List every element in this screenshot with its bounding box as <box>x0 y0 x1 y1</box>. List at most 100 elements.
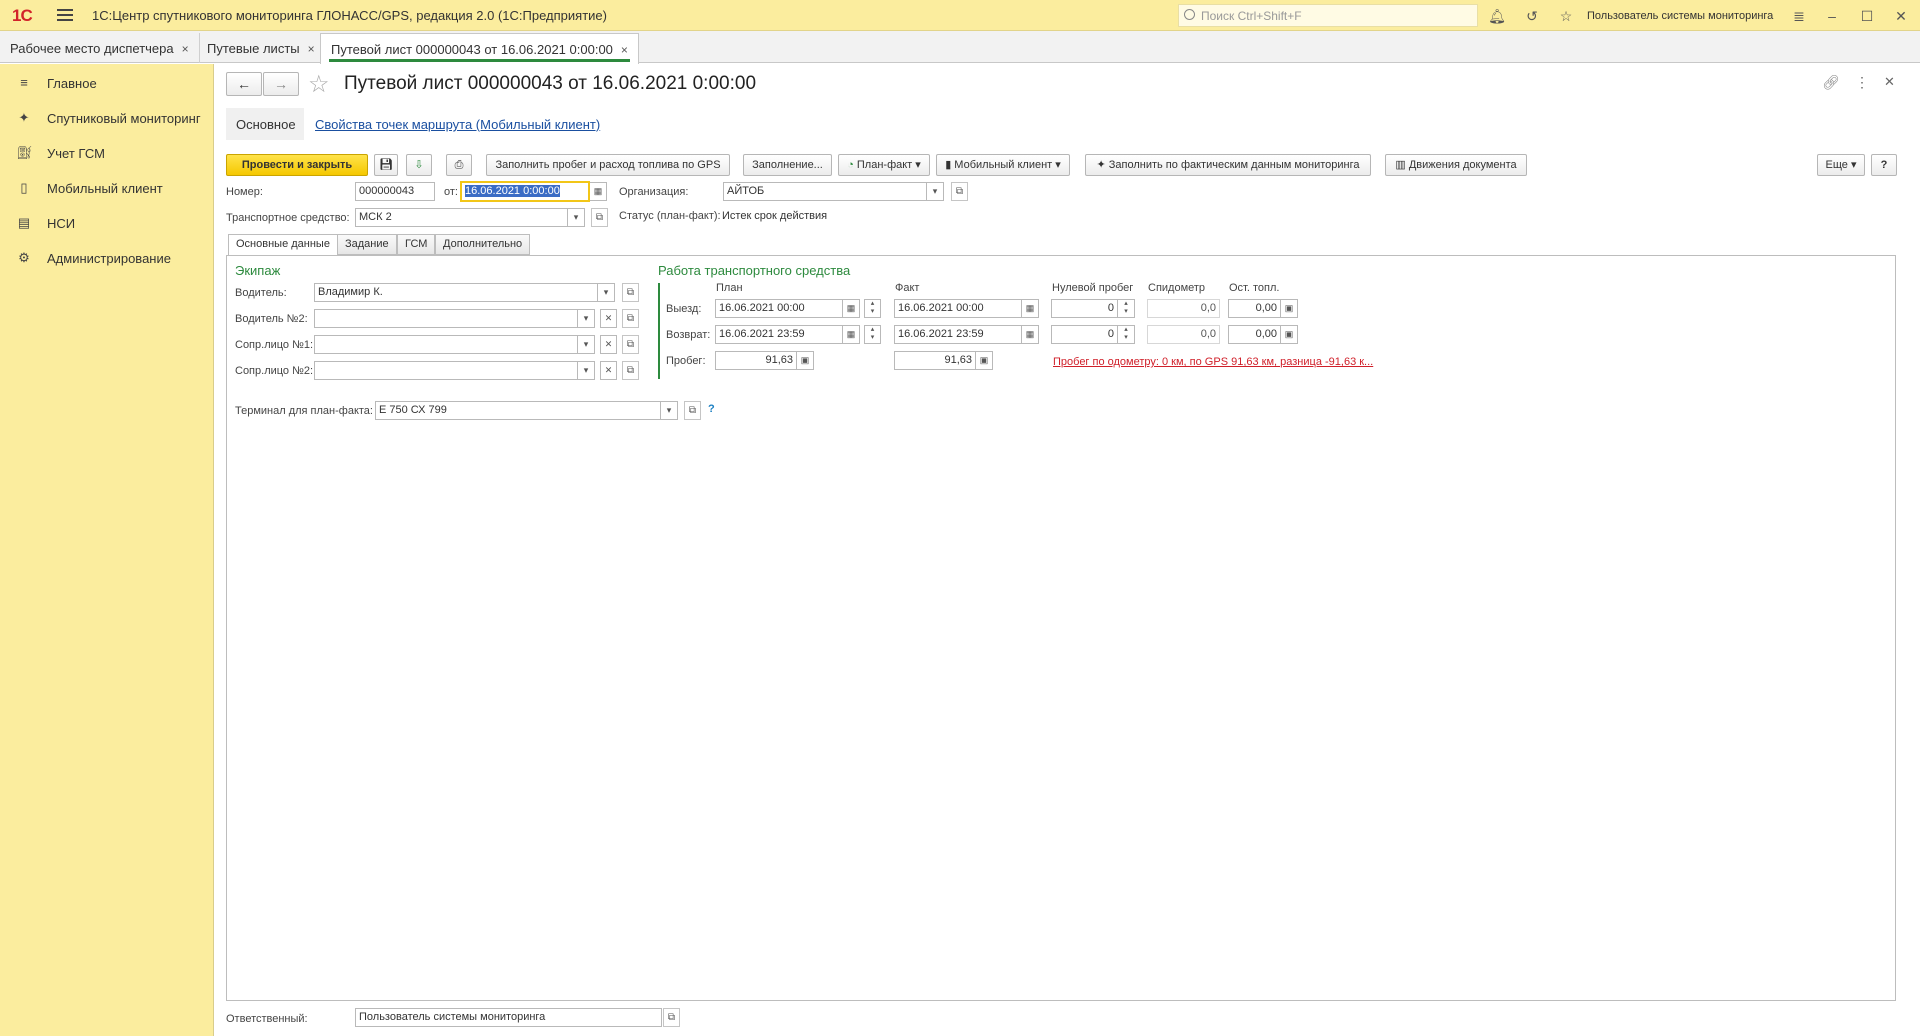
tab-task[interactable]: Задание <box>337 234 397 255</box>
history-icon[interactable]: ↺ <box>1523 7 1541 25</box>
calendar-icon[interactable]: ▦ <box>1022 299 1039 318</box>
current-user[interactable]: Пользователь системы мониторинга <box>1587 10 1773 22</box>
return-fact-field[interactable]: 16.06.2021 23:59 <box>894 325 1022 344</box>
tab-dispatcher[interactable]: Рабочее место диспетчера × <box>0 33 200 63</box>
open-icon[interactable]: ⧉ <box>622 283 639 302</box>
tab-additional[interactable]: Дополнительно <box>435 234 531 255</box>
close-icon[interactable]: × <box>621 43 628 57</box>
sidebar-item-fuel[interactable]: ⛽︎ Учет ГСМ <box>0 137 214 167</box>
favorite-star-icon[interactable]: ☆ <box>308 70 330 99</box>
mileage-warning-link[interactable]: Пробег по одометру: 0 км, по GPS 91,63 к… <box>1053 356 1373 368</box>
dropdown-icon[interactable]: ▾ <box>598 283 615 302</box>
calendar-icon[interactable]: ▦ <box>1022 325 1039 344</box>
date-field[interactable]: 16.06.2021 0:00:00 <box>460 181 590 202</box>
main-menu-icon[interactable] <box>57 9 73 21</box>
tab-waybill-43[interactable]: Путевой лист 000000043 от 16.06.2021 0:0… <box>320 33 639 64</box>
bell-icon[interactable]: 🔔︎ <box>1488 7 1506 25</box>
close-icon[interactable]: × <box>308 42 315 56</box>
depart-zero-field[interactable]: 0 <box>1051 299 1118 318</box>
depart-fact-field[interactable]: 16.06.2021 00:00 <box>894 299 1022 318</box>
driver-field[interactable]: Владимир К. <box>314 283 598 302</box>
tab-main-data[interactable]: Основные данные <box>228 234 338 256</box>
maximize-icon[interactable]: ☐ <box>1858 7 1876 25</box>
dropdown-icon[interactable]: ▾ <box>927 182 944 201</box>
close-window-icon[interactable]: ✕ <box>1892 7 1910 25</box>
sidebar-item-satellite[interactable]: ✦ Спутниковый мониторинг <box>0 102 214 132</box>
post-document-icon[interactable]: ⇩ <box>406 154 432 176</box>
calendar-icon[interactable]: ▦ <box>843 325 860 344</box>
favorites-star-icon[interactable]: ☆ <box>1557 7 1575 25</box>
open-icon[interactable]: ⧉ <box>622 335 639 354</box>
depart-fuel-field[interactable]: 0,00 <box>1228 299 1281 318</box>
spinner-icon[interactable]: ▴ ▾ <box>864 299 881 318</box>
depart-speedometer-field[interactable]: 0,0 <box>1147 299 1220 318</box>
open-icon[interactable]: ⧉ <box>951 182 968 201</box>
dropdown-icon[interactable]: ▾ <box>568 208 585 227</box>
open-icon[interactable]: ⧉ <box>663 1008 680 1027</box>
open-icon[interactable]: ⧉ <box>591 208 608 227</box>
open-icon[interactable]: ⧉ <box>622 309 639 328</box>
sidebar-item-main[interactable]: ≡ Главное <box>0 67 214 97</box>
dropdown-icon[interactable]: ▾ <box>661 401 678 420</box>
terminal-field[interactable]: Е 750 СХ 799 <box>375 401 661 420</box>
dropdown-icon[interactable]: ▾ <box>578 361 595 380</box>
dropdown-icon[interactable]: ▾ <box>578 335 595 354</box>
document-movements-button[interactable]: ▥ Движения документа <box>1385 154 1527 176</box>
fill-button[interactable]: Заполнение... <box>743 154 832 176</box>
back-button[interactable]: ← <box>226 72 262 96</box>
tab-fuel[interactable]: ГСМ <box>397 234 436 255</box>
calculator-icon[interactable]: ▣ <box>976 351 993 370</box>
calendar-icon[interactable]: ▦ <box>590 182 607 201</box>
help-button[interactable]: ? <box>1871 154 1897 176</box>
return-zero-field[interactable]: 0 <box>1051 325 1118 344</box>
calculator-icon[interactable]: ▣ <box>1281 325 1298 344</box>
spinner-icon[interactable]: ▴ ▾ <box>1118 299 1135 318</box>
mileage-fact-field[interactable]: 91,63 <box>894 351 976 370</box>
settings-lines-icon[interactable]: ≣ <box>1790 7 1808 25</box>
sidebar-item-admin[interactable]: ⚙ Администрирование <box>0 242 214 272</box>
responsible-field[interactable]: Пользователь системы мониторинга <box>355 1008 662 1027</box>
global-search-input[interactable]: Поиск Ctrl+Shift+F <box>1178 4 1478 27</box>
terminal-help-icon[interactable]: ? <box>708 403 715 415</box>
nav-main[interactable]: Основное <box>226 108 304 140</box>
sidebar-item-mobile[interactable]: ▯ Мобильный клиент <box>0 172 214 202</box>
depart-plan-field[interactable]: 16.06.2021 00:00 <box>715 299 843 318</box>
minimize-icon[interactable]: – <box>1823 7 1841 25</box>
close-icon[interactable]: × <box>182 42 189 56</box>
mobile-client-dropdown[interactable]: ▮ Мобильный клиент ▾ <box>936 154 1070 176</box>
calculator-icon[interactable]: ▣ <box>797 351 814 370</box>
spinner-icon[interactable]: ▴ ▾ <box>864 325 881 344</box>
forward-button[interactable]: → <box>263 72 299 96</box>
calendar-icon[interactable]: ▦ <box>843 299 860 318</box>
post-and-close-button[interactable]: Провести и закрыть <box>226 154 368 176</box>
more-dropdown[interactable]: Еще ▾ <box>1817 154 1865 176</box>
dropdown-icon[interactable]: ▾ <box>578 309 595 328</box>
save-icon[interactable]: 💾︎ <box>374 154 398 176</box>
open-icon[interactable]: ⧉ <box>684 401 701 420</box>
mileage-plan-field[interactable]: 91,63 <box>715 351 797 370</box>
organization-field[interactable]: АЙТОБ <box>723 182 927 201</box>
return-speedometer-field[interactable]: 0,0 <box>1147 325 1220 344</box>
close-form-icon[interactable]: ✕ <box>1884 74 1895 90</box>
escort2-field[interactable] <box>314 361 578 380</box>
escort1-field[interactable] <box>314 335 578 354</box>
tab-waybills[interactable]: Путевые листы × <box>197 33 326 63</box>
nav-route-points-link[interactable]: Свойства точек маршрута (Мобильный клиен… <box>315 117 600 132</box>
clear-icon[interactable]: ✕ <box>600 309 617 328</box>
number-field[interactable]: 000000043 <box>355 182 435 201</box>
sidebar-item-nsi[interactable]: ▤ НСИ <box>0 207 214 237</box>
plan-fact-dropdown[interactable]: ◔ План-факт ▾ <box>838 154 930 176</box>
driver2-field[interactable] <box>314 309 578 328</box>
clear-icon[interactable]: ✕ <box>600 361 617 380</box>
link-icon[interactable]: 🔗︎ <box>1822 74 1840 91</box>
return-fuel-field[interactable]: 0,00 <box>1228 325 1281 344</box>
clear-icon[interactable]: ✕ <box>600 335 617 354</box>
open-icon[interactable]: ⧉ <box>622 361 639 380</box>
print-icon[interactable]: ⎙ <box>446 154 472 176</box>
fill-monitoring-button[interactable]: ✦ Заполнить по фактическим данным монито… <box>1085 154 1371 176</box>
calculator-icon[interactable]: ▣ <box>1281 299 1298 318</box>
more-vertical-icon[interactable]: ⋮ <box>1855 74 1869 91</box>
spinner-icon[interactable]: ▴ ▾ <box>1118 325 1135 344</box>
return-plan-field[interactable]: 16.06.2021 23:59 <box>715 325 843 344</box>
vehicle-field[interactable]: МСК 2 <box>355 208 568 227</box>
